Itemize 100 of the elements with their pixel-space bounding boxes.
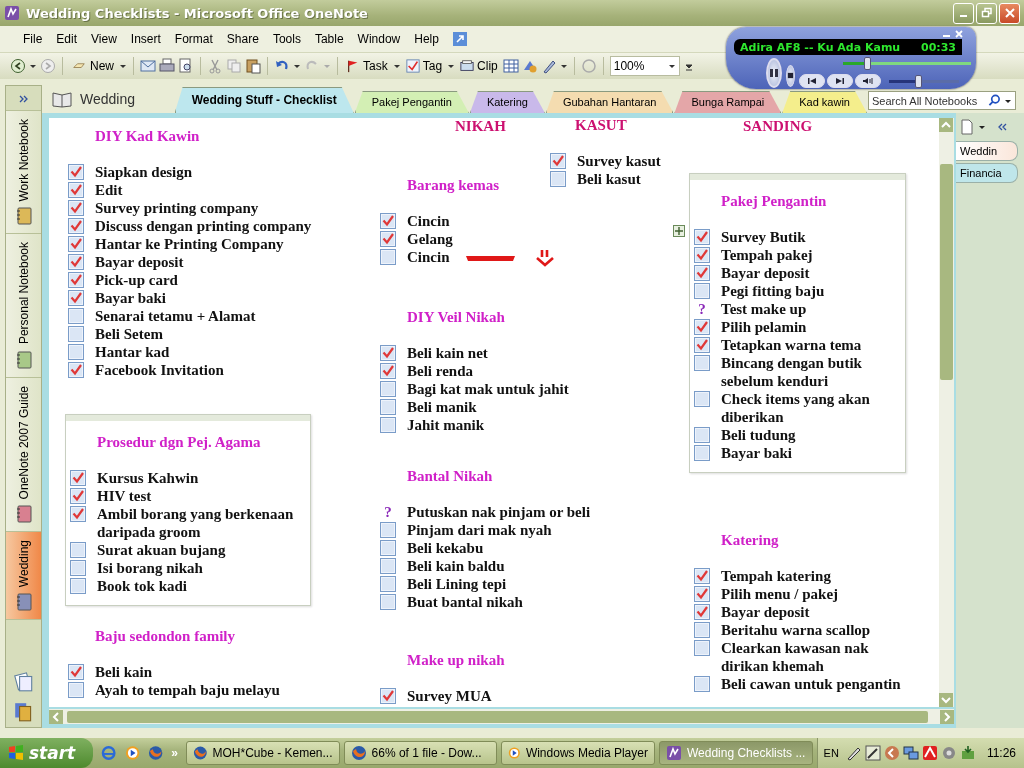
menu-item[interactable]: Tools [265,32,308,46]
checkbox[interactable] [694,283,710,299]
checkbox[interactable] [68,218,84,234]
previous-button[interactable] [799,74,825,88]
close-button[interactable] [954,29,964,39]
caret-icon[interactable] [29,62,37,70]
clip-button[interactable]: Clip [458,59,500,73]
checkbox[interactable] [694,391,710,407]
checkbox[interactable] [380,558,396,574]
checkbox[interactable] [380,249,396,265]
checkbox[interactable] [68,236,84,252]
move-handle-icon[interactable] [673,225,685,237]
scroll-down-icon[interactable] [939,693,953,707]
menu-item[interactable]: Help [407,32,446,46]
checkbox[interactable] [68,308,84,324]
section-tab[interactable]: Pakej Pengantin [354,91,469,113]
horizontal-scrollbar[interactable] [49,709,954,724]
tools-icon[interactable] [864,745,881,761]
taskbar-button[interactable]: 66% of 1 file - Dow... [343,741,498,765]
media-player-icon[interactable] [124,745,140,761]
print-preview-icon[interactable] [178,58,194,74]
close-icon[interactable] [1003,7,1016,19]
section-tab[interactable]: Gubahan Hantaran [545,91,674,113]
section-tab[interactable]: Katering [469,91,545,113]
checkbox[interactable] [694,229,710,245]
notebook-tab[interactable]: OneNote 2007 Guide [6,376,41,531]
media-player-icon[interactable] [508,745,521,761]
flag-icon[interactable] [346,59,360,73]
unfiled-notes-icon[interactable] [12,671,35,693]
checkbox[interactable] [68,272,84,288]
menu-item[interactable]: Share [219,32,266,46]
browser-icon[interactable] [147,745,164,761]
menu-item[interactable]: Table [307,32,351,46]
checkbox-icon[interactable] [405,59,420,73]
checkbox[interactable] [694,265,710,281]
stop-button[interactable] [786,64,795,87]
next-button[interactable] [827,74,853,88]
browser-icon[interactable] [192,745,208,761]
checkbox[interactable] [380,594,396,610]
language-indicator[interactable]: EN [823,747,839,759]
tag-button[interactable]: Tag [403,59,445,73]
scroll-right-icon[interactable] [940,709,954,724]
notebook-tab[interactable]: Wedding [6,531,41,620]
checkbox[interactable] [694,355,710,371]
caret-icon[interactable] [119,62,127,70]
caret-icon[interactable] [978,123,986,131]
stop-icon[interactable] [787,72,794,79]
checkbox[interactable] [70,506,86,522]
network-icon[interactable] [902,745,919,761]
checkbox[interactable] [380,688,396,704]
checkbox[interactable] [550,171,566,187]
close-button[interactable] [999,2,1020,24]
caret-icon[interactable] [293,62,301,70]
browser-icon[interactable] [350,745,367,761]
taskbar-button[interactable]: MOH*Cube - Kemen... [185,741,340,765]
checkbox[interactable] [380,540,396,556]
menu-item[interactable]: Format [167,32,220,46]
minimize-button[interactable] [953,2,974,24]
restore-icon[interactable] [980,7,993,19]
checkbox[interactable] [380,345,396,361]
checkbox[interactable] [694,622,710,638]
checkbox[interactable] [68,164,84,180]
checkbox[interactable] [694,676,710,692]
new-button[interactable]: New [69,59,116,73]
checkbox[interactable] [70,578,86,594]
speaker-icon[interactable] [861,77,875,85]
section-tab[interactable]: Wedding Stuff - Checklist [174,87,354,113]
checkbox[interactable] [694,337,710,353]
scroll-left-icon[interactable] [49,709,63,724]
caret-icon[interactable] [667,62,676,70]
checkbox[interactable] [68,200,84,216]
checkbox[interactable] [694,640,710,656]
page-tab[interactable]: Weddin [956,141,1018,161]
next-icon[interactable] [833,77,847,85]
checkbox[interactable] [380,231,396,247]
restore-button[interactable] [976,2,997,24]
previous-icon[interactable] [805,77,819,85]
update-icon[interactable] [959,745,976,761]
checkbox[interactable] [694,568,710,584]
checkbox[interactable] [380,576,396,592]
caret-icon[interactable] [447,62,456,70]
back-icon[interactable] [10,58,26,74]
checkbox[interactable] [694,319,710,335]
checkbox[interactable] [694,247,710,263]
mute-button[interactable] [855,74,881,88]
search-icon[interactable] [988,94,1001,107]
email-icon[interactable] [140,58,156,74]
checkbox[interactable] [380,213,396,229]
cut-icon[interactable] [207,58,223,74]
search-box[interactable]: Search All Notebooks [868,91,1016,110]
checkbox[interactable] [380,381,396,397]
screen-clip-icon[interactable] [460,59,475,73]
expand-icon[interactable] [17,94,30,104]
taskbar-button[interactable]: Windows Media Player [501,741,655,765]
checkbox[interactable] [70,560,86,576]
checkbox[interactable] [694,586,710,602]
pause-button[interactable] [766,57,782,88]
checkbox[interactable] [694,427,710,443]
table-icon[interactable] [502,58,519,74]
menu-item[interactable]: Insert [123,32,168,46]
